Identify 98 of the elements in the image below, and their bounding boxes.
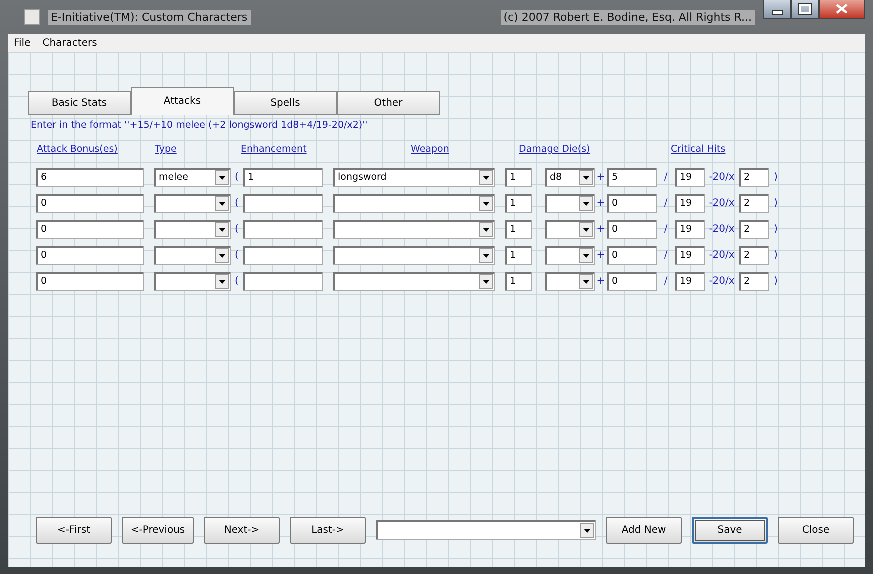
- attack-bonus-field[interactable]: 0: [36, 246, 144, 264]
- threat-field[interactable]: 19: [675, 272, 705, 290]
- field-separator: /: [663, 250, 669, 260]
- enhancement-field[interactable]: [243, 194, 323, 212]
- nav-button[interactable]: <-First: [36, 516, 112, 544]
- damage-bonus-field[interactable]: 0: [607, 272, 657, 290]
- multiplier-field[interactable]: 2: [739, 220, 769, 238]
- app-icon: [24, 9, 40, 25]
- attack-bonus-field[interactable]: 0: [36, 220, 144, 238]
- save-button[interactable]: Save: [692, 516, 768, 544]
- record-dropdown[interactable]: [376, 520, 596, 540]
- action-button[interactable]: Close: [778, 516, 854, 544]
- die-dropdown[interactable]: [545, 246, 595, 264]
- weapon-dropdown[interactable]: [333, 272, 495, 290]
- attack-bonus-field[interactable]: 0: [36, 194, 144, 212]
- tab[interactable]: Basic Stats: [28, 91, 131, 115]
- action-button[interactable]: Add New: [606, 516, 682, 544]
- field-separator: (: [234, 224, 240, 234]
- field-separator: -20/x: [708, 276, 736, 286]
- field-separator: -20/x: [708, 198, 736, 208]
- tab[interactable]: Other: [337, 91, 440, 115]
- damage-bonus-field[interactable]: 0: [607, 220, 657, 238]
- field-separator: +: [596, 276, 606, 286]
- dice-count-field[interactable]: 1: [505, 246, 532, 264]
- column-header[interactable]: Type: [155, 144, 241, 158]
- threat-field[interactable]: 19: [675, 194, 705, 212]
- field-separator: -20/x: [708, 250, 736, 260]
- damage-bonus-field[interactable]: 0: [607, 246, 657, 264]
- type-dropdown[interactable]: melee: [154, 168, 231, 186]
- threat-field[interactable]: 19: [675, 168, 705, 186]
- column-header[interactable]: Critical Hits: [671, 144, 726, 158]
- type-dropdown[interactable]: [154, 220, 231, 238]
- die-dropdown[interactable]: [545, 220, 595, 238]
- tab[interactable]: Spells: [234, 91, 337, 115]
- enhancement-field[interactable]: [243, 272, 323, 290]
- weapon-dropdown[interactable]: [333, 220, 495, 238]
- weapon-dropdown[interactable]: [333, 194, 495, 212]
- field-separator: /: [663, 172, 669, 182]
- multiplier-field[interactable]: 2: [739, 246, 769, 264]
- close-button[interactable]: [819, 0, 865, 19]
- nav-button[interactable]: Last->: [290, 516, 366, 544]
- menu-item[interactable]: Characters: [42, 38, 98, 48]
- column-header[interactable]: Weapon: [411, 144, 519, 158]
- window-caption: (c) 2007 Robert E. Bodine, Esq. All Rights R...: [500, 10, 755, 24]
- multiplier-field[interactable]: 2: [739, 272, 769, 290]
- field-separator: ): [773, 276, 779, 286]
- field-separator: /: [663, 224, 669, 234]
- dice-count-field[interactable]: 1: [505, 194, 532, 212]
- field-separator: (: [234, 250, 240, 260]
- minimize-button[interactable]: [763, 0, 791, 19]
- close-icon: [836, 4, 848, 14]
- die-dropdown[interactable]: d8: [545, 168, 595, 186]
- damage-bonus-field[interactable]: 5: [607, 168, 657, 186]
- field-separator: (: [234, 198, 240, 208]
- enhancement-field[interactable]: [243, 220, 323, 238]
- threat-field[interactable]: 19: [675, 246, 705, 264]
- die-dropdown[interactable]: [545, 272, 595, 290]
- menu-item[interactable]: File: [14, 38, 31, 48]
- field-separator: +: [596, 198, 606, 208]
- nav-button[interactable]: <-Previous: [122, 516, 194, 544]
- field-separator: ): [773, 172, 779, 182]
- field-separator: (: [234, 172, 240, 182]
- dice-count-field[interactable]: 1: [505, 272, 532, 290]
- die-dropdown[interactable]: [545, 194, 595, 212]
- field-separator: +: [596, 172, 606, 182]
- field-separator: -20/x: [708, 172, 736, 182]
- damage-bonus-field[interactable]: 0: [607, 194, 657, 212]
- field-separator: ): [773, 250, 779, 260]
- type-dropdown[interactable]: [154, 272, 231, 290]
- column-header[interactable]: Attack Bonus(es): [37, 144, 155, 158]
- multiplier-field[interactable]: 2: [739, 168, 769, 186]
- weapon-dropdown[interactable]: longsword: [333, 168, 495, 186]
- field-separator: +: [596, 250, 606, 260]
- enhancement-field[interactable]: [243, 246, 323, 264]
- field-separator: /: [663, 198, 669, 208]
- format-hint: Enter in the format ''+15/+10 melee (+2 longsword 1d8+4/19-20/x2)'': [31, 120, 369, 133]
- column-header[interactable]: Enhancement: [241, 144, 411, 158]
- field-separator: ): [773, 224, 779, 234]
- attack-bonus-field[interactable]: 0: [36, 272, 144, 290]
- enhancement-field[interactable]: 1: [243, 168, 323, 186]
- weapon-dropdown[interactable]: [333, 246, 495, 264]
- field-separator: ): [773, 198, 779, 208]
- column-header[interactable]: Damage Die(s): [519, 144, 671, 158]
- type-dropdown[interactable]: [154, 194, 231, 212]
- nav-button[interactable]: Next->: [204, 516, 280, 544]
- multiplier-field[interactable]: 2: [739, 194, 769, 212]
- dice-count-field[interactable]: 1: [505, 220, 532, 238]
- field-separator: /: [663, 276, 669, 286]
- type-dropdown[interactable]: [154, 246, 231, 264]
- field-separator: +: [596, 224, 606, 234]
- dice-count-field[interactable]: 1: [505, 168, 532, 186]
- threat-field[interactable]: 19: [675, 220, 705, 238]
- window-title: E-Initiative(TM): Custom Characters: [48, 10, 251, 24]
- field-separator: -20/x: [708, 224, 736, 234]
- maximize-button[interactable]: [791, 0, 819, 19]
- tab[interactable]: Attacks: [131, 87, 234, 115]
- attack-bonus-field[interactable]: 6: [36, 168, 144, 186]
- field-separator: (: [234, 276, 240, 286]
